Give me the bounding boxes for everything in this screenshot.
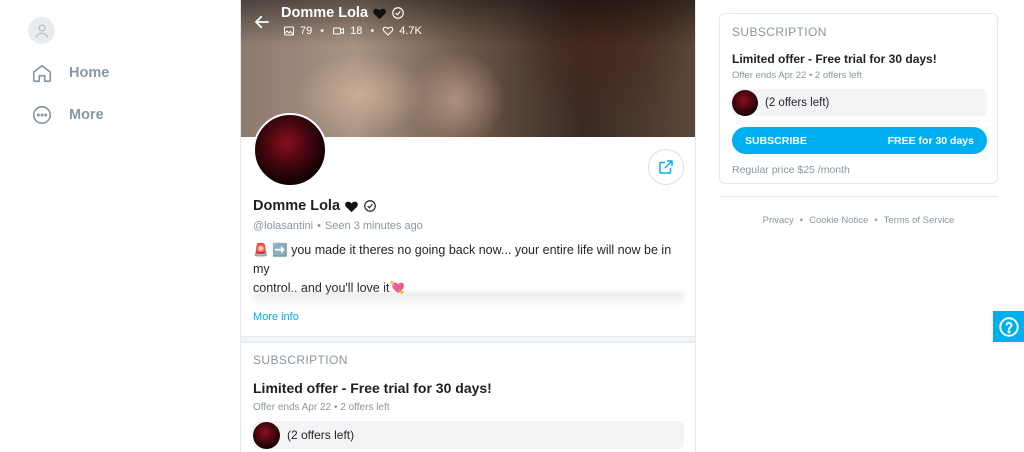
nav-item-home[interactable]: Home — [30, 58, 109, 88]
offer-meta: Offer ends Apr 22 • 2 offers left — [732, 70, 862, 81]
subscription-heading: SUBSCRIPTION — [732, 25, 827, 39]
footer-separator: • — [799, 215, 804, 226]
offers-left: 2 offers left — [814, 70, 862, 81]
regular-price: Regular price $25 /month — [732, 164, 850, 176]
nav-item-more[interactable]: More — [30, 100, 104, 130]
photo-icon — [284, 26, 294, 36]
profile-name: Domme Lola — [253, 198, 377, 214]
subscription-heading: SUBSCRIPTION — [253, 353, 348, 367]
right-divider — [719, 196, 998, 197]
subscription-card: SUBSCRIPTION Limited offer - Free trial … — [719, 13, 998, 184]
footer-separator: • — [874, 215, 878, 226]
left-nav: Home More — [0, 0, 240, 452]
subscribe-button-price: FREE for 30 days — [887, 134, 974, 147]
more-info-link[interactable]: More info — [253, 311, 299, 323]
video-icon — [333, 27, 345, 35]
user-icon — [34, 23, 49, 38]
profile-column: Domme Lola 79 • 18 • 4.7K Domme Lola @lo… — [240, 0, 696, 452]
offer-ends: Offer ends Apr 22 — [253, 402, 332, 413]
home-icon — [30, 61, 54, 85]
stats-separator: • — [370, 25, 375, 37]
section-divider — [241, 336, 695, 343]
offers-left-label: (2 offers left) — [287, 428, 355, 442]
photos-count: 79 — [300, 25, 313, 37]
cover-stats: 79 • 18 • 4.7K — [283, 25, 422, 37]
offer-row: (2 offers left) — [732, 89, 987, 116]
help-button[interactable] — [993, 311, 1024, 342]
subscribe-button[interactable]: SUBSCRIBE FREE for 30 days — [732, 127, 987, 154]
footer-link-terms[interactable]: Terms of Service — [884, 215, 955, 226]
likes-count: 4.7K — [399, 25, 422, 37]
profile-meta: @lolasantini • Seen 3 minutes ago — [253, 220, 423, 232]
profile-avatar[interactable] — [253, 113, 327, 187]
heart-outline-icon — [382, 26, 394, 36]
username: @lolasantini — [253, 220, 314, 232]
heart-icon — [345, 201, 358, 212]
offers-left-label: (2 offers left) — [765, 96, 830, 109]
cover-name-text: Domme Lola — [281, 5, 369, 21]
offer-ends: Offer ends Apr 22 — [732, 70, 807, 81]
back-button[interactable] — [251, 11, 273, 33]
bio-fade — [253, 292, 685, 306]
offer-meta: Offer ends Apr 22 • 2 offers left — [253, 402, 390, 413]
videos-count: 18 — [350, 25, 363, 37]
help-icon — [998, 316, 1019, 337]
footer-links: Privacy • Cookie Notice • Terms of Servi… — [719, 215, 998, 226]
share-button[interactable] — [648, 149, 684, 185]
footer-link-cookie-notice[interactable]: Cookie Notice — [809, 215, 868, 226]
bio-line: 🚨 ➡️ you made it theres no going back no… — [253, 243, 672, 276]
avatar — [732, 89, 758, 116]
footer-link-privacy[interactable]: Privacy — [763, 215, 794, 226]
heart-icon — [373, 8, 386, 19]
cover-name: Domme Lola — [281, 5, 405, 21]
nav-item-home-label: Home — [69, 65, 110, 81]
offer-title: Limited offer - Free trial for 30 days! — [253, 380, 492, 396]
user-avatar[interactable] — [28, 17, 55, 44]
verified-icon — [364, 200, 376, 212]
last-seen: Seen 3 minutes ago — [324, 220, 423, 232]
meta-separator: • — [317, 220, 321, 232]
more-icon — [30, 103, 54, 127]
arrow-left-icon — [255, 15, 269, 29]
profile-bio: 🚨 ➡️ you made it theres no going back no… — [253, 241, 685, 298]
offer-row: (2 offers left) — [253, 421, 684, 449]
avatar — [253, 421, 280, 449]
profile-name-text: Domme Lola — [253, 198, 341, 214]
nav-item-more-label: More — [69, 107, 104, 123]
verified-icon — [392, 7, 404, 19]
subscribe-button-label: SUBSCRIBE — [745, 134, 807, 147]
offer-title: Limited offer - Free trial for 30 days! — [732, 52, 937, 66]
offers-left: 2 offers left — [340, 402, 390, 413]
stats-separator: • — [320, 25, 325, 37]
share-icon — [659, 160, 673, 174]
